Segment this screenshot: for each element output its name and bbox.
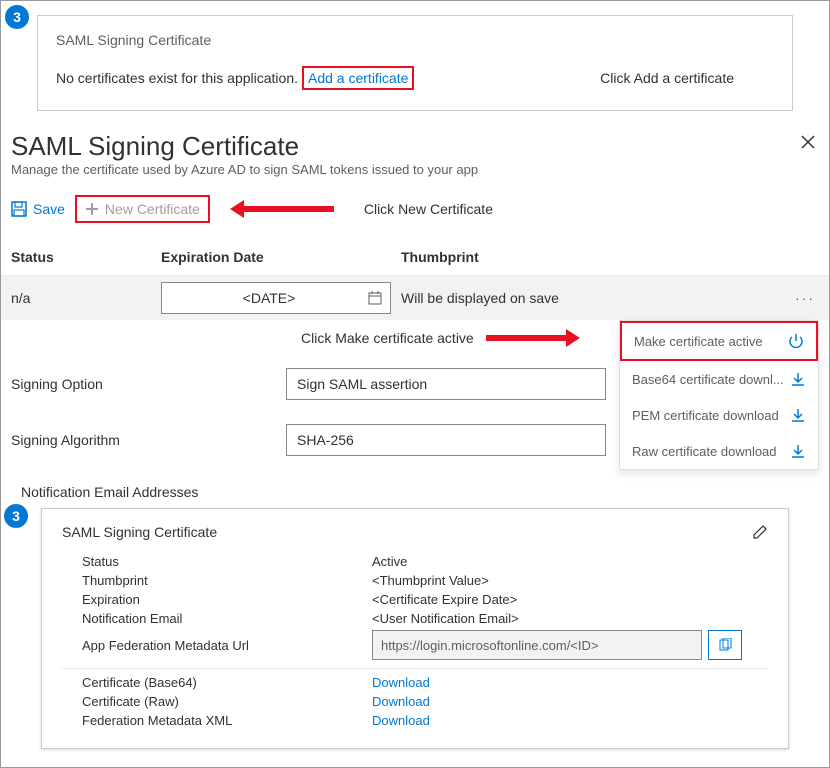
fed-metadata-label: Federation Metadata XML [82,713,372,728]
new-cert-label: New Certificate [105,201,200,217]
thumbprint-value: <Thumbprint Value> [372,573,489,588]
close-icon[interactable] [801,131,815,152]
hint-text: Click Make certificate active [301,330,474,346]
no-cert-text: No certificates exist for this applicati… [56,70,298,86]
saml-cert-card-active: SAML Signing Certificate StatusActive Th… [41,508,789,749]
cert-status: n/a [11,290,161,306]
step-badge: 3 [4,504,28,528]
metadata-url-field[interactable]: https://login.microsoftonline.com/<ID> [372,630,702,660]
download-icon [790,443,806,459]
menu-raw-download[interactable]: Raw certificate download [620,433,818,469]
date-value: <DATE> [243,290,296,306]
menu-label: Base64 certificate downl... [632,372,784,387]
col-status: Status [11,249,161,265]
signing-option-select[interactable]: Sign SAML assertion [286,368,606,400]
select-value: Sign SAML assertion [297,376,427,392]
step-badge: 3 [5,5,29,29]
email-label: Notification Email [82,611,372,626]
download-metadata-link[interactable]: Download [372,713,430,728]
copy-icon [718,638,732,652]
panel-subtitle: Manage the certificate used by Azure AD … [1,162,829,189]
cert-thumbprint: Will be displayed on save [401,290,559,306]
card-title: SAML Signing Certificate [56,32,774,48]
select-value: SHA-256 [297,432,354,448]
add-certificate-link[interactable]: Add a certificate [302,66,414,90]
panel-title: SAML Signing Certificate [11,131,299,162]
calendar-icon [368,291,382,305]
power-icon [788,333,804,349]
more-options-button[interactable]: ··· [795,290,815,306]
expiration-date-input[interactable]: <DATE> [161,282,391,314]
menu-pem-download[interactable]: PEM certificate download [620,397,818,433]
email-value: <User Notification Email> [372,611,519,626]
save-button[interactable]: Save [11,201,65,217]
menu-label: PEM certificate download [632,408,779,423]
menu-label: Raw certificate download [632,444,777,459]
menu-make-active[interactable]: Make certificate active [620,321,818,361]
edit-button[interactable] [752,523,768,540]
metadata-url-label: App Federation Metadata Url [82,638,372,653]
status-label: Status [82,554,372,569]
hint-text: Click New Certificate [364,201,493,217]
menu-label: Make certificate active [634,334,763,349]
expiration-label: Expiration [82,592,372,607]
download-icon [790,371,806,387]
download-raw-link[interactable]: Download [372,694,430,709]
download-icon [790,407,806,423]
download-base64-link[interactable]: Download [372,675,430,690]
save-label: Save [33,201,65,217]
col-expiration: Expiration Date [161,249,401,265]
new-certificate-button[interactable]: New Certificate [75,195,210,223]
signing-alg-select[interactable]: SHA-256 [286,424,606,456]
thumbprint-label: Thumbprint [82,573,372,588]
annotation-arrow-icon [230,200,334,218]
col-thumbprint: Thumbprint [401,249,819,265]
hint-text: Click Add a certificate [600,70,734,86]
signing-option-label: Signing Option [11,376,286,392]
signing-alg-label: Signing Algorithm [11,432,286,448]
card-title: SAML Signing Certificate [62,524,217,540]
certificate-row: n/a <DATE> Will be displayed on save ··· [1,276,829,320]
cert-base64-label: Certificate (Base64) [82,675,372,690]
menu-base64-download[interactable]: Base64 certificate downl... [620,361,818,397]
url-value: https://login.microsoftonline.com/<ID> [381,638,599,653]
expiration-value: <Certificate Expire Date> [372,592,517,607]
cert-raw-label: Certificate (Raw) [82,694,372,709]
saml-cert-card-empty: SAML Signing Certificate No certificates… [37,15,793,111]
context-menu: Make certificate active Base64 certifica… [619,320,819,470]
copy-button[interactable] [708,630,742,660]
notification-email-label: Notification Email Addresses [1,468,829,508]
status-value: Active [372,554,407,569]
annotation-arrow-icon [486,329,580,347]
